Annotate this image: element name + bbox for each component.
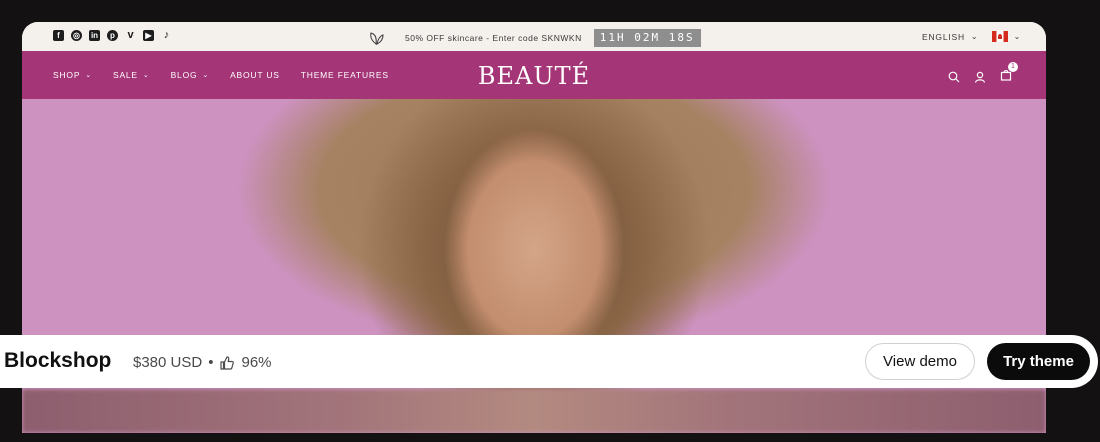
language-selector[interactable]: ENGLISH ⌄ ⌄ xyxy=(922,31,1020,42)
leaf-icon xyxy=(370,32,384,45)
nav-item-about-us[interactable]: ABOUT US xyxy=(230,70,280,80)
try-theme-button[interactable]: Try theme xyxy=(987,343,1090,380)
nav-item-label: THEME FEATURES xyxy=(300,70,389,80)
vimeo-icon[interactable]: v xyxy=(125,30,136,41)
promo: 50% OFF skincare - Enter code SKNWKN 11H… xyxy=(368,29,701,47)
youtube-icon[interactable]: ▶ xyxy=(143,30,154,41)
chevron-down-icon: ⌄ xyxy=(142,72,150,79)
nav-item-label: SALE xyxy=(112,70,138,80)
nav-item-shop[interactable]: SHOP ⌄ xyxy=(53,70,92,80)
language-label: ENGLISH xyxy=(922,31,965,42)
nav-item-blog[interactable]: BLOG ⌄ xyxy=(171,70,210,80)
brand-logo[interactable]: BEAUTÉ xyxy=(462,62,606,90)
main-navigation: SHOP ⌄ SALE ⌄ BLOG ⌄ ABOUT US THEME FEATURE… xyxy=(22,51,1046,99)
nav-item-theme-features[interactable]: THEME FEATURES xyxy=(301,70,389,80)
facebook-icon[interactable]: f xyxy=(53,30,64,41)
theme-info-bar: Blockshop $380 USD • 96% View demo Try t… xyxy=(0,335,1098,388)
nav-item-sale[interactable]: SALE ⌄ xyxy=(113,70,150,80)
account-icon[interactable] xyxy=(974,71,986,83)
countdown-timer: 11H 02M 18S xyxy=(593,29,701,47)
theme-rating: 96% xyxy=(241,354,272,371)
theme-meta: $380 USD • 96% xyxy=(133,354,272,371)
hero-next-section xyxy=(22,389,1046,433)
chevron-down-icon: ⌄ xyxy=(970,32,978,41)
social-links: f ◎ in p v ▶ ♪ xyxy=(53,30,172,41)
linkedin-icon[interactable]: in xyxy=(89,30,100,41)
thumbs-up-icon xyxy=(220,355,235,370)
promo-text: 50% OFF skincare - Enter code SKNWKN xyxy=(405,33,582,43)
nav-links: SHOP ⌄ SALE ⌄ BLOG ⌄ ABOUT US THEME FEATURE… xyxy=(53,70,389,80)
pinterest-icon[interactable]: p xyxy=(107,30,118,41)
canada-flag-icon[interactable] xyxy=(991,31,1008,42)
cart-count-badge: 1 xyxy=(1008,62,1018,72)
announcement-bar: f ◎ in p v ▶ ♪ 50% OFF skincare - Enter … xyxy=(22,22,1046,51)
chevron-down-icon: ⌄ xyxy=(202,72,210,79)
separator-dot: • xyxy=(208,354,214,371)
nav-item-label: BLOG xyxy=(170,70,198,80)
tiktok-icon[interactable]: ♪ xyxy=(161,30,172,41)
nav-item-label: SHOP xyxy=(53,70,81,80)
view-demo-button[interactable]: View demo xyxy=(865,343,975,380)
instagram-icon[interactable]: ◎ xyxy=(71,30,82,41)
cart-button[interactable]: 1 xyxy=(1000,62,1018,86)
chevron-down-icon: ⌄ xyxy=(85,72,92,79)
chevron-down-icon: ⌄ xyxy=(1013,32,1021,41)
nav-item-label: ABOUT US xyxy=(230,70,280,80)
search-icon[interactable] xyxy=(948,71,960,83)
theme-name: Blockshop xyxy=(4,349,112,372)
theme-price: $380 USD xyxy=(133,354,203,371)
header-icons: 1 xyxy=(948,62,1018,86)
